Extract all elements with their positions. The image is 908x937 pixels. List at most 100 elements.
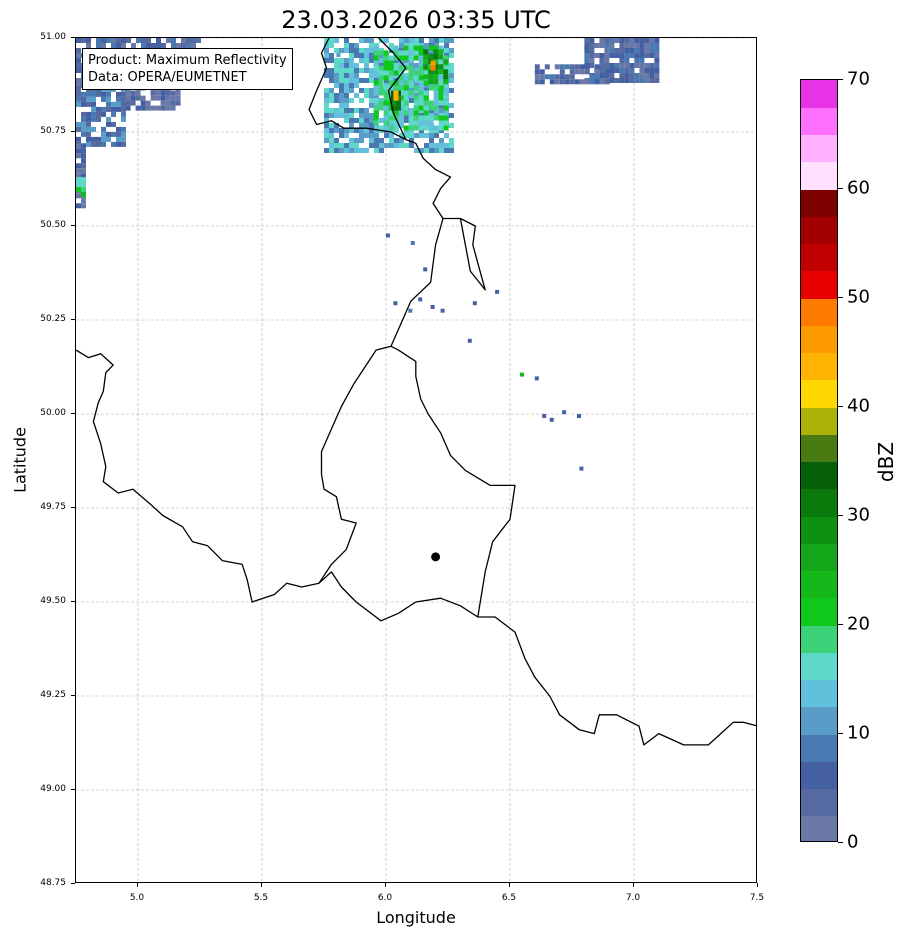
radar-pixel <box>434 148 439 153</box>
radar-pixel <box>81 163 86 169</box>
radar-pixel <box>324 128 329 133</box>
radar-pixel <box>408 75 414 81</box>
radar-pixel <box>359 123 364 128</box>
radar-pixel <box>324 98 329 103</box>
map-title: 23.03.2026 03:35 UTC <box>281 6 551 34</box>
radar-pixel <box>634 78 640 83</box>
radar-pixel <box>443 110 449 116</box>
radar-pixel <box>408 80 414 86</box>
radar-pixel <box>403 50 409 56</box>
radar-pixel <box>604 79 610 85</box>
radar-pixel <box>186 38 191 43</box>
radar-pixel <box>644 68 650 73</box>
radar-pixel <box>76 143 81 149</box>
radar-pixel <box>413 125 419 131</box>
radar-pixel <box>334 38 339 43</box>
radar-pixel <box>369 143 374 148</box>
radar-pixel <box>324 138 329 143</box>
radar-pixel <box>418 65 424 71</box>
radar-pixel <box>165 105 171 111</box>
radar-pixel <box>344 38 349 43</box>
radar-pixel <box>449 38 454 43</box>
radar-pixel <box>383 70 389 76</box>
radar-pixel <box>644 78 650 83</box>
y-tick-label: 50.50 <box>40 220 66 230</box>
colorbar-segment <box>801 679 837 708</box>
radar-pixel <box>339 58 344 63</box>
radar-pixel <box>96 111 101 117</box>
radar-map-area[interactable] <box>75 37 757 883</box>
radar-pixel <box>654 73 660 78</box>
radar-pixel <box>81 182 86 188</box>
radar-pixel <box>81 203 86 209</box>
radar-pixel <box>594 43 600 48</box>
radar-pixel <box>594 69 600 75</box>
y-tick-label: 50.00 <box>40 408 66 418</box>
colorbar-segment <box>801 597 837 626</box>
colorbar-segment <box>801 161 837 190</box>
radar-pixel <box>91 136 96 142</box>
radar-pixel <box>559 74 565 80</box>
radar-speck <box>549 417 554 422</box>
colorbar-segment <box>801 107 837 135</box>
radar-pixel <box>146 38 151 43</box>
radar-pixel <box>329 113 334 118</box>
radar-pixel <box>106 136 111 142</box>
radar-pixel <box>634 43 640 48</box>
colorbar-tick-mark <box>838 297 843 298</box>
radar-pixel <box>624 43 630 48</box>
radar-pixel <box>334 48 339 53</box>
product-info-box: Product: Maximum Reflectivity Data: OPER… <box>82 48 293 90</box>
radar-pixel <box>324 48 329 53</box>
radar-pixel <box>383 115 389 121</box>
radar-pixel <box>96 136 101 142</box>
radar-pixel <box>409 38 414 43</box>
radar-pixel <box>140 95 146 101</box>
radar-pixel <box>629 78 635 83</box>
radar-pixel <box>116 101 121 107</box>
station-marker-dot[interactable] <box>431 552 441 562</box>
radar-pixel <box>559 64 565 70</box>
radar-pixel <box>135 90 141 96</box>
radar-pixel <box>379 118 384 123</box>
radar-pixel <box>339 68 344 73</box>
radar-pixel <box>170 95 176 101</box>
x-tick-mark <box>137 883 138 887</box>
radar-pixel <box>649 38 655 43</box>
radar-pixel <box>329 93 334 98</box>
radar-pixel <box>639 63 645 68</box>
radar-pixel <box>423 115 429 121</box>
radar-pixel <box>334 58 339 63</box>
radar-pixel <box>373 90 379 96</box>
radar-pixel <box>418 60 424 66</box>
radar-pixel <box>424 143 429 148</box>
y-tick-mark <box>71 695 75 696</box>
radar-pixel <box>409 133 414 138</box>
radar-pixel <box>428 45 434 51</box>
radar-pixel <box>156 38 161 43</box>
radar-pixel <box>433 115 439 121</box>
radar-pixel <box>354 148 359 153</box>
radar-pixel <box>106 116 111 122</box>
radar-pixel <box>354 138 359 143</box>
radar-pixel <box>125 105 131 111</box>
radar-pixel <box>589 58 595 63</box>
radar-pixel <box>599 64 605 70</box>
colorbar-segment <box>801 815 837 841</box>
radar-speck <box>534 376 539 381</box>
radar-pixel <box>339 63 344 68</box>
radar-pixel <box>150 95 156 101</box>
radar-pixel <box>644 48 650 53</box>
radar-pixel <box>76 187 81 193</box>
radar-pixel <box>428 115 434 121</box>
radar-pixel <box>76 163 81 169</box>
radar-pixel <box>135 95 141 101</box>
radar-pixel <box>629 43 635 48</box>
radar-pixel <box>599 58 605 63</box>
radar-pixel <box>413 50 419 56</box>
y-tick-mark <box>71 37 75 38</box>
radar-pixel <box>111 141 116 147</box>
radar-pixel <box>334 128 339 133</box>
radar-pixel <box>654 53 660 58</box>
radar-pixel <box>170 100 176 106</box>
